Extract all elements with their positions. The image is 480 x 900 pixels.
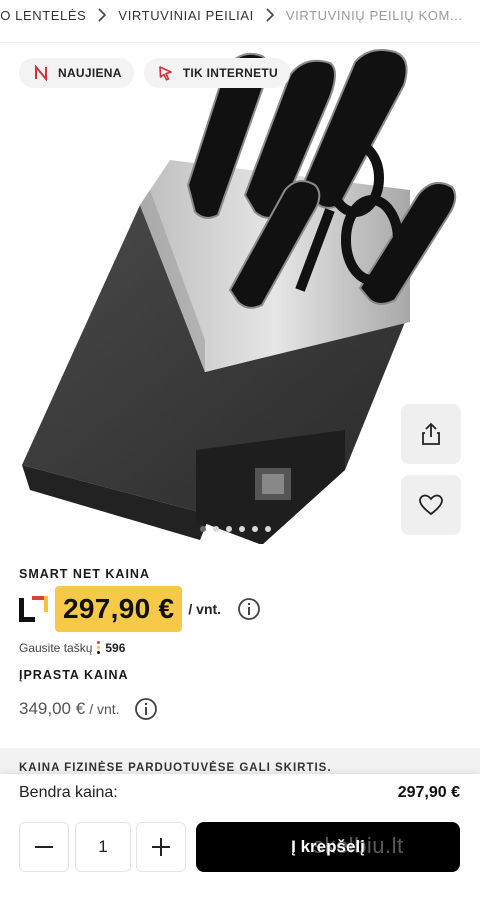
badge-online-only: TIK INTERNETU	[143, 58, 290, 88]
gallery-dot[interactable]	[252, 526, 258, 532]
cursor-icon	[158, 65, 174, 81]
n-icon	[33, 65, 49, 81]
total-price-label: Bendra kaina:	[19, 784, 118, 801]
share-button[interactable]	[401, 404, 461, 464]
chevron-right-icon	[254, 7, 286, 23]
gallery-dot[interactable]	[265, 526, 271, 532]
info-icon[interactable]	[237, 597, 261, 621]
minus-icon	[35, 846, 53, 848]
badge-label: NAUJIENA	[58, 66, 122, 80]
quantity-increase-button[interactable]	[136, 822, 186, 872]
product-image[interactable]	[0, 44, 480, 545]
price-unit: / vnt.	[89, 701, 120, 717]
smart-net-price-row: 297,90 € / vnt.	[19, 586, 261, 632]
breadcrumb-item[interactable]: IO LENTELĖS	[0, 8, 86, 23]
points-icon	[96, 641, 102, 655]
regular-price: 349,00 €	[19, 699, 86, 718]
loyalty-points: Gausite taškų 596	[19, 641, 125, 655]
quantity-decrease-button[interactable]	[19, 822, 69, 872]
regular-price-row: 349,00 € / vnt.	[19, 696, 158, 722]
smart-net-logo-icon	[19, 594, 49, 624]
regular-price-label: ĮPRASTA KAINA	[19, 668, 129, 682]
divider	[0, 42, 480, 43]
breadcrumb: IO LENTELĖS VIRTUVINIAI PEILIAI VIRTUVIN…	[0, 0, 480, 30]
gallery-dot[interactable]	[226, 526, 232, 532]
watermark-text: skelbiu.lt	[313, 833, 404, 858]
gallery-dot[interactable]	[200, 526, 206, 532]
knife-block-image	[22, 49, 457, 545]
badge-label: TIK INTERNETU	[182, 66, 278, 80]
share-icon	[422, 422, 440, 445]
points-label: Gausite taškų	[19, 641, 93, 655]
chevron-right-icon	[86, 7, 118, 23]
add-to-cart-bar: Bendra kaina: 297,90 € Į krepšelį	[0, 774, 480, 900]
breadcrumb-item[interactable]: VIRTUVINIAI PEILIAI	[118, 8, 253, 23]
info-icon[interactable]	[134, 697, 158, 721]
gallery-dots	[200, 526, 271, 532]
gallery-dot[interactable]	[239, 526, 245, 532]
product-badges: NAUJIENA TIK INTERNETU	[19, 58, 290, 88]
price-unit: / vnt.	[188, 601, 222, 617]
quantity-input[interactable]	[75, 822, 131, 872]
total-price-value: 297,90 €	[397, 784, 460, 801]
breadcrumb-item-current[interactable]: VIRTUVINIŲ PEILIŲ KOM...	[286, 8, 463, 23]
plus-icon	[152, 838, 170, 856]
gallery-dot[interactable]	[213, 526, 219, 532]
heart-icon	[419, 494, 443, 516]
badge-new: NAUJIENA	[19, 58, 134, 88]
points-value: 596	[105, 641, 126, 655]
smart-net-price: 297,90 €	[55, 586, 183, 632]
favorite-button[interactable]	[401, 475, 461, 535]
smart-net-price-label: SMART NET KAINA	[19, 567, 150, 581]
